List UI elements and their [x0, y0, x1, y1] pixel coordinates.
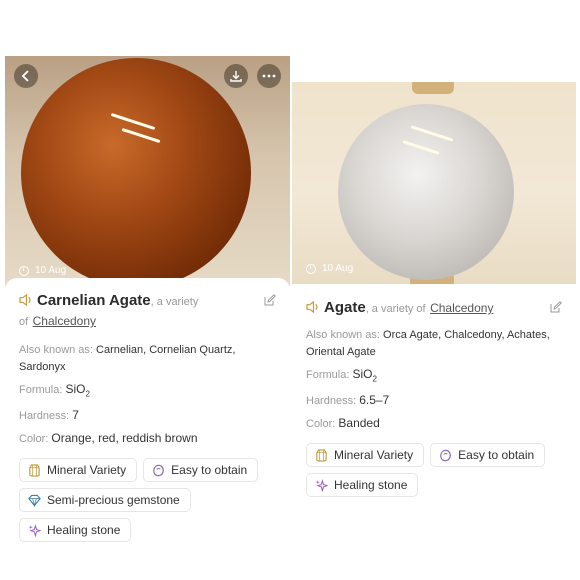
tag-list: Mineral Variety Easy to obtain Semi-prec…	[19, 458, 276, 543]
formula-base: SiO	[65, 382, 86, 396]
clock-icon	[306, 263, 316, 274]
more-options-button[interactable]	[257, 64, 281, 88]
formula-value: SiO2	[65, 382, 90, 399]
color-label: Color:	[306, 418, 336, 431]
photo-date: 10 Aug	[19, 265, 66, 276]
parent-mineral-link[interactable]: Chalcedony	[33, 314, 96, 328]
title-row: Carnelian Agate, a variety of Chalcedony	[19, 292, 276, 330]
crystal-icon	[29, 464, 40, 477]
tag-easy-to-obtain[interactable]: Easy to obtain	[430, 443, 546, 468]
tag-label: Easy to obtain	[171, 463, 248, 478]
hardness-value: 6.5–7	[359, 393, 390, 408]
parent-mineral-link[interactable]: Chalcedony	[430, 301, 493, 315]
tag-label: Healing stone	[47, 523, 121, 538]
color-label: Color:	[19, 433, 49, 446]
tag-list: Mineral Variety Easy to obtain Healing s…	[306, 443, 562, 498]
download-button[interactable]	[224, 64, 248, 88]
tag-healing-stone[interactable]: Healing stone	[19, 518, 132, 543]
hardness-label: Hardness:	[19, 410, 70, 423]
formula-label: Formula:	[306, 369, 350, 381]
diamond-icon	[28, 494, 41, 507]
tag-label: Mineral Variety	[334, 448, 414, 463]
back-button[interactable]	[14, 64, 38, 88]
color-field: Color: Orange, red, reddish brown	[19, 430, 276, 448]
clock-icon	[19, 265, 29, 276]
carnelian-bead-image	[21, 58, 251, 286]
aka-label: Also known as:	[306, 329, 380, 341]
hardness-value: 7	[72, 408, 79, 423]
chevron-left-icon	[21, 70, 29, 82]
aka-field: Also known as: Orca Agate, Chalcedony, A…	[306, 327, 562, 361]
specimen-name: Carnelian Agate	[37, 292, 151, 309]
formula-subscript: 2	[372, 374, 377, 384]
bead-link-top	[412, 82, 454, 94]
edit-icon[interactable]	[264, 294, 276, 306]
formula-field: Formula: SiO2	[19, 381, 276, 402]
specimen-info: Agate, a variety of Chalcedony Also know…	[292, 284, 576, 498]
variety-text: , a variety of	[365, 303, 426, 315]
photo-date-text: 10 Aug	[35, 265, 67, 276]
tag-label: Semi-precious gemstone	[47, 493, 180, 508]
formula-value: SiO2	[352, 367, 377, 384]
edit-icon[interactable]	[550, 301, 562, 313]
pebble-icon	[153, 464, 164, 477]
tag-label: Easy to obtain	[458, 448, 535, 463]
formula-label: Formula:	[19, 384, 63, 396]
hardness-field: Hardness: 7	[19, 407, 276, 425]
specimen-name: Agate	[324, 299, 366, 316]
color-field: Color: Banded	[306, 415, 562, 433]
title-row: Agate, a variety of Chalcedony	[306, 299, 562, 317]
specimen-info: Carnelian Agate, a variety of Chalcedony…	[5, 278, 290, 543]
color-value: Banded	[338, 416, 380, 431]
formula-field: Formula: SiO2	[306, 366, 562, 387]
right-identification-card: 10 Aug Agate, a variety of Chalcedony Al…	[292, 56, 576, 556]
photo-date-text: 10 Aug	[322, 263, 354, 274]
hardness-field: Hardness: 6.5–7	[306, 392, 562, 410]
of-text: of	[19, 316, 29, 328]
tag-mineral-variety[interactable]: Mineral Variety	[306, 443, 425, 468]
color-value: Orange, red, reddish brown	[51, 431, 198, 446]
variety-text: , a variety	[150, 296, 199, 308]
aka-field: Also known as: Carnelian, Cornelian Quar…	[19, 342, 276, 376]
specimen-photo[interactable]: 10 Aug	[292, 82, 576, 284]
tag-semi-precious-gemstone[interactable]: Semi-precious gemstone	[19, 488, 191, 513]
sparkle-icon	[315, 478, 328, 492]
tag-label: Mineral Variety	[47, 463, 127, 478]
specimen-photo[interactable]: 10 Aug	[5, 56, 290, 286]
speaker-icon[interactable]	[306, 301, 321, 313]
pebble-icon	[440, 449, 451, 462]
speaker-icon[interactable]	[19, 294, 34, 306]
formula-subscript: 2	[85, 389, 90, 399]
tag-label: Healing stone	[334, 478, 408, 493]
tag-easy-to-obtain[interactable]: Easy to obtain	[143, 458, 259, 483]
tag-healing-stone[interactable]: Healing stone	[306, 473, 419, 498]
crystal-icon	[316, 449, 327, 462]
sparkle-icon	[28, 523, 41, 537]
download-icon	[230, 71, 242, 82]
tag-mineral-variety[interactable]: Mineral Variety	[19, 458, 138, 483]
left-identification-card: 10 Aug Carnelian Agate, a variety of Cha…	[5, 56, 290, 580]
aka-label: Also known as:	[19, 344, 93, 356]
formula-base: SiO	[352, 367, 373, 381]
more-dots-icon	[262, 74, 276, 78]
hardness-label: Hardness:	[306, 395, 357, 408]
photo-date: 10 Aug	[306, 263, 353, 274]
